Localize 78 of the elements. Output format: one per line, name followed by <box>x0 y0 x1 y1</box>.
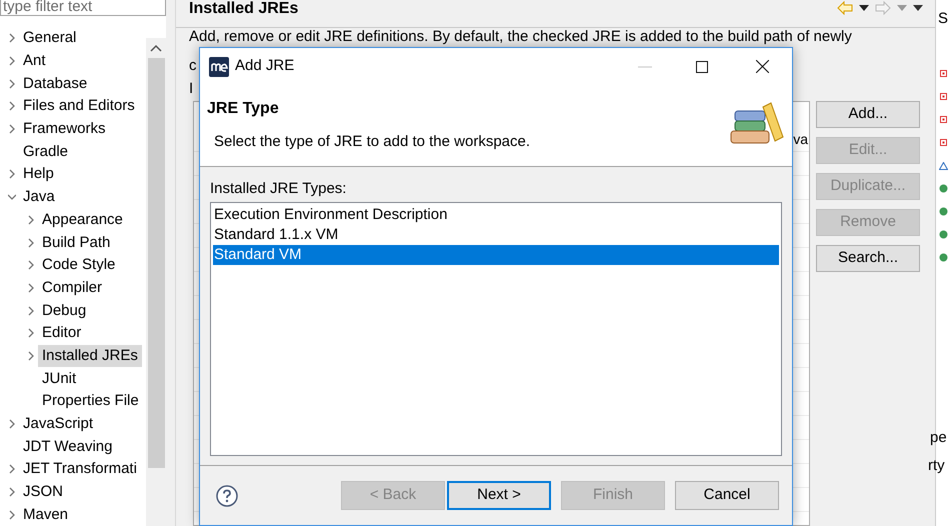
expand-chevron-icon[interactable] <box>8 510 16 520</box>
dot-marker-icon <box>939 253 948 262</box>
collapse-chevron-icon[interactable] <box>8 192 16 202</box>
page-title: Installed JREs <box>189 0 298 18</box>
dot-marker-icon <box>939 207 948 216</box>
action-button[interactable]: Search... <box>816 245 920 272</box>
square-marker-icon <box>940 93 947 100</box>
tree-item[interactable]: Editor <box>38 322 86 344</box>
close-icon[interactable] <box>756 60 769 73</box>
expand-chevron-icon[interactable] <box>8 464 16 474</box>
expand-chevron-icon[interactable] <box>8 78 16 89</box>
wizard-message: Select the type of JRE to add to the workspace. <box>214 132 530 152</box>
expand-chevron-icon[interactable] <box>8 124 16 134</box>
triangle-marker-icon <box>939 162 948 170</box>
expand-chevron-icon[interactable] <box>8 487 16 498</box>
tree-item[interactable]: Ant <box>19 50 50 72</box>
square-marker-icon <box>940 139 947 146</box>
tree-item[interactable]: JDT Weaving <box>19 436 116 458</box>
scroll-up-icon[interactable] <box>150 44 162 52</box>
tree-item[interactable]: JavaScript <box>19 413 98 436</box>
dot-marker-icon <box>939 230 948 239</box>
tree-item[interactable]: Code Style <box>38 254 120 276</box>
dropdown-icon[interactable] <box>859 4 869 10</box>
tree-item[interactable]: Installed JREs <box>38 344 142 367</box>
square-marker-icon <box>940 116 947 123</box>
tree-item[interactable]: Compiler <box>38 276 106 299</box>
tree-item[interactable]: Build Path <box>38 232 114 254</box>
jre-type-list[interactable]: Execution Environment Description Standard 1.1.x VM Standard VM <box>210 202 782 456</box>
table-cell-text: va <box>793 130 808 149</box>
tree-item[interactable]: Maven <box>19 504 72 526</box>
scrollbar-thumb[interactable] <box>148 58 164 468</box>
expand-chevron-icon[interactable] <box>27 328 35 338</box>
list-item[interactable]: Standard 1.1.x VM <box>213 225 779 245</box>
expand-chevron-icon[interactable] <box>27 306 35 316</box>
expand-chevron-icon[interactable] <box>8 56 16 66</box>
dot-marker-icon <box>939 184 948 193</box>
list-item[interactable]: Standard VM <box>213 245 779 265</box>
description-text: c <box>189 56 196 76</box>
app-logo-icon <box>209 56 229 76</box>
tree-item[interactable]: JET Transformati <box>19 458 141 480</box>
expand-chevron-icon[interactable] <box>8 169 16 180</box>
expand-chevron-icon[interactable] <box>27 214 35 225</box>
side-text: rty <box>928 456 945 476</box>
tree-item[interactable]: Files and Editors <box>19 95 139 118</box>
tree-item[interactable]: Gradle <box>19 140 72 163</box>
tree-item[interactable]: Debug <box>38 300 90 322</box>
expand-chevron-icon[interactable] <box>27 260 35 270</box>
tree-item[interactable]: JUnit <box>38 368 80 390</box>
tree-item[interactable]: JSON <box>19 481 68 504</box>
help-icon[interactable] <box>216 484 238 506</box>
tree-item[interactable]: Database <box>19 72 92 95</box>
menu-icon[interactable] <box>913 4 923 10</box>
expand-chevron-icon[interactable] <box>8 419 16 430</box>
tree-item[interactable]: Java <box>19 186 59 208</box>
side-text: pe <box>930 428 947 448</box>
maximize-icon[interactable] <box>696 60 708 72</box>
expand-chevron-icon[interactable] <box>27 282 35 293</box>
description-text: Add, remove or edit JRE definitions. By default, the checked JRE is added to the build path of newly <box>189 28 852 46</box>
wizard-button[interactable]: Next > <box>447 481 551 510</box>
tree-item[interactable]: Properties File <box>38 390 143 412</box>
side-text: S <box>938 9 948 29</box>
table-label: I <box>189 79 194 99</box>
tree-item[interactable]: Help <box>19 163 58 186</box>
tree-item[interactable]: Frameworks <box>19 118 110 140</box>
expand-chevron-icon[interactable] <box>8 33 16 44</box>
tree-item[interactable]: General <box>19 27 80 50</box>
list-item[interactable]: Execution Environment Description <box>213 205 779 225</box>
wizard-button[interactable]: Cancel <box>675 481 779 510</box>
wizard-heading: JRE Type <box>207 99 280 119</box>
expand-chevron-icon[interactable] <box>27 238 35 248</box>
square-marker-icon <box>940 70 947 77</box>
tree-item[interactable]: Appearance <box>38 208 127 231</box>
dialog-title: Add JRE <box>235 56 294 76</box>
expand-chevron-icon[interactable] <box>8 101 16 112</box>
expand-chevron-icon[interactable] <box>27 350 35 361</box>
action-button[interactable]: Add... <box>816 101 920 128</box>
scrollbar[interactable] <box>146 38 166 526</box>
list-label: Installed JRE Types: <box>210 180 348 198</box>
